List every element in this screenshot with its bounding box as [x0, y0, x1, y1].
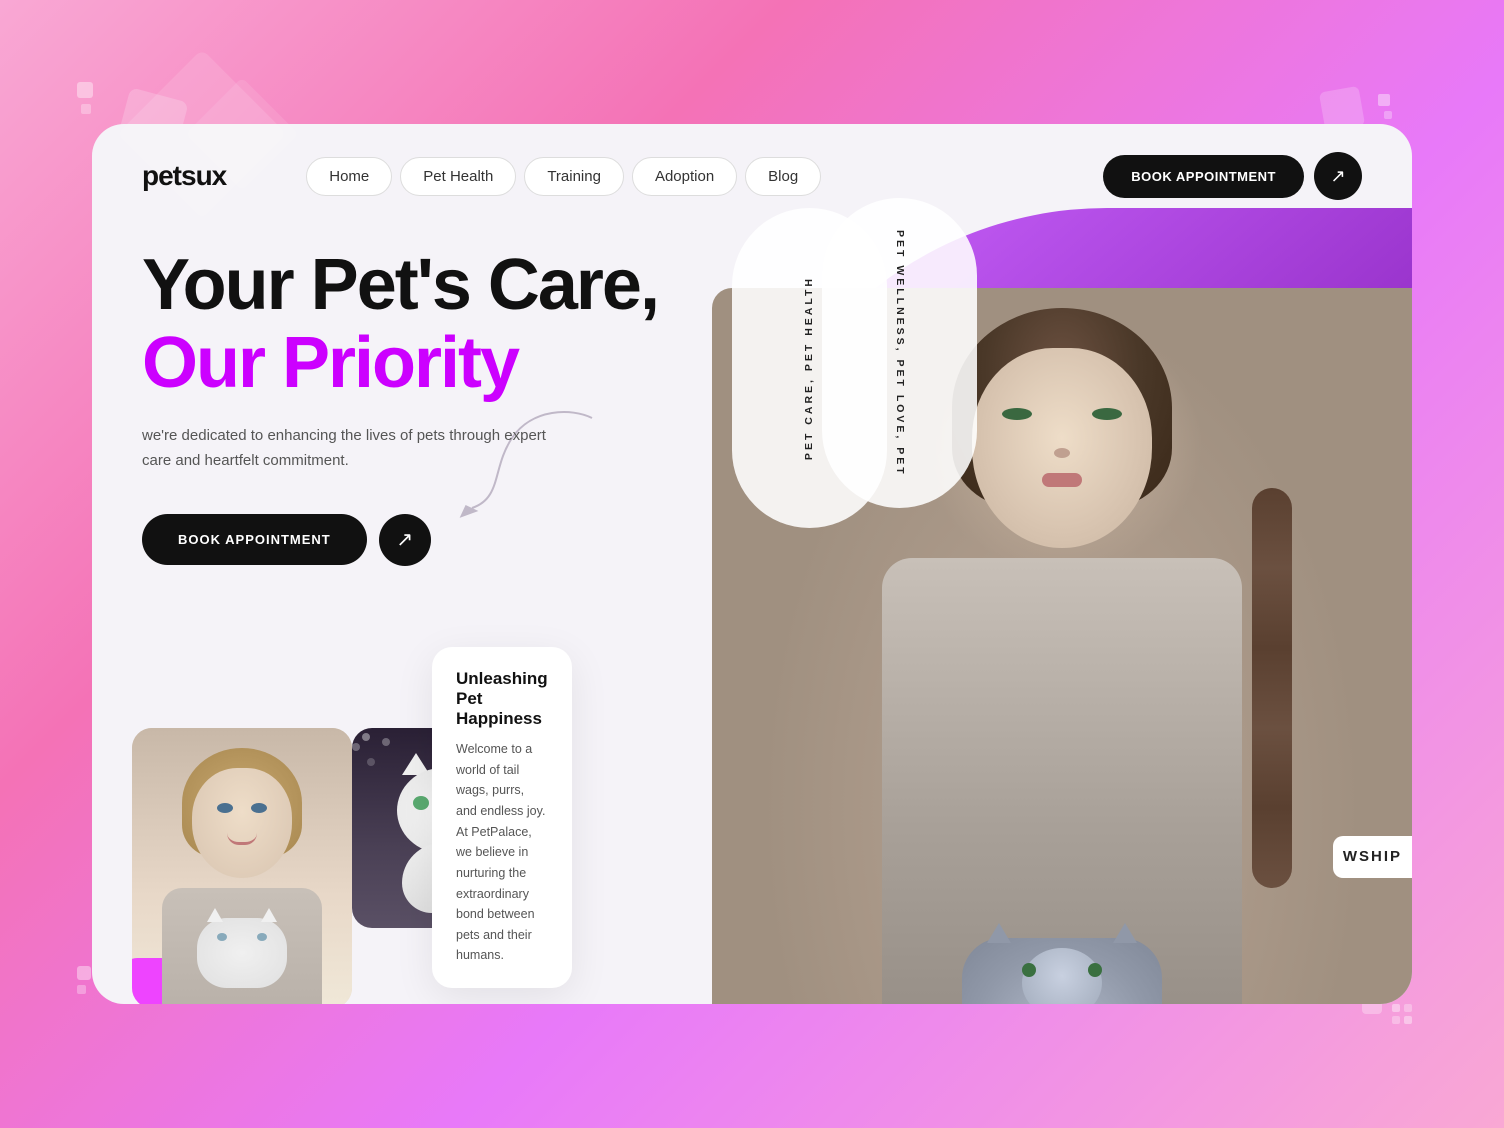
book-appointment-hero-button[interactable]: BOOK APPOINTMENT	[142, 514, 367, 565]
person-face	[972, 348, 1152, 548]
info-happiness-card: Unleashing Pet Happiness Welcome to a wo…	[432, 647, 572, 988]
navbar: petsux Home Pet Health Training Adoption…	[92, 124, 1412, 228]
main-card: petsux Home Pet Health Training Adoption…	[92, 124, 1412, 1004]
arrow-icon-hero: ↗	[396, 527, 413, 552]
nav-links: Home Pet Health Training Adoption Blog	[306, 157, 1103, 196]
held-cat	[962, 938, 1162, 1004]
edge-text-card: WSHIP	[1333, 836, 1412, 878]
hero-title-line1: Your Pet's Care,	[142, 248, 702, 324]
hero-section: Your Pet's Care, Our Priority we're dedi…	[92, 228, 1412, 1004]
hero-title-line2: Our Priority	[142, 324, 702, 403]
nav-adoption[interactable]: Adoption	[632, 157, 737, 196]
logo: petsux	[142, 160, 226, 192]
pill-left-text: PET CARE, PET HEALTH	[802, 276, 817, 460]
deco-dots-tl	[77, 82, 93, 114]
deco-dots-tr	[1378, 94, 1392, 119]
info-card-text: Welcome to a world of tail wags, purrs, …	[456, 739, 548, 966]
hero-cta-group: BOOK APPOINTMENT ↗	[142, 514, 702, 566]
nav-training[interactable]: Training	[524, 157, 624, 196]
bottom-images-area: Unleashing Pet Happiness Welcome to a wo…	[132, 728, 352, 1004]
person-braid	[1252, 488, 1292, 888]
nav-home[interactable]: Home	[306, 157, 392, 196]
outer-wrapper: petsux Home Pet Health Training Adoption…	[62, 74, 1442, 1054]
pill-text-right: PET WELLNESS, PET LOVE, PET	[822, 198, 977, 508]
hero-subtitle: we're dedicated to enhancing the lives o…	[142, 423, 562, 474]
pill-right-text: PET WELLNESS, PET LOVE, PET	[892, 230, 907, 477]
hero-right-area: PET CARE, PET HEALTH PET WELLNESS, PET L…	[652, 128, 1412, 1004]
girl-with-cat-card	[132, 728, 352, 1004]
nav-arrow-button[interactable]: ↗	[1314, 152, 1362, 200]
person-body	[882, 558, 1242, 1004]
info-card-title: Unleashing Pet Happiness	[456, 669, 548, 729]
nav-right: BOOK APPOINTMENT ↗	[1103, 152, 1362, 200]
book-appointment-nav-button[interactable]: BOOK APPOINTMENT	[1103, 155, 1304, 198]
hero-arrow-button[interactable]: ↗	[379, 514, 431, 566]
deco-dots-br	[1392, 1004, 1412, 1024]
nav-blog[interactable]: Blog	[745, 157, 821, 196]
hero-text-block: Your Pet's Care, Our Priority we're dedi…	[142, 248, 702, 566]
arrow-icon: ↗	[1330, 166, 1345, 187]
deco-dots-bl	[77, 966, 91, 994]
nav-pet-health[interactable]: Pet Health	[400, 157, 516, 196]
edge-text: WSHIP	[1343, 848, 1402, 865]
girl-inner	[132, 728, 352, 1004]
